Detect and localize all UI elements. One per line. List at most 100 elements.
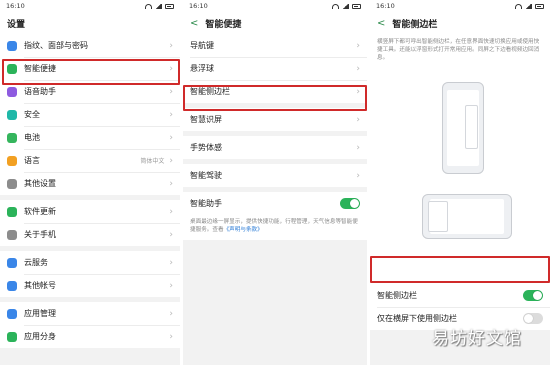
smart-convenience-row-label: 智能侧边栏 [190,87,230,96]
note-text: 桌面最边缘一屏显示，提供快捷功能，行程管理，天气信息等智能便捷服务。查看 [190,219,358,234]
status-bar: 16:10 [370,0,550,12]
sidebar-toggle-row[interactable]: 智能侧边栏 [370,284,550,307]
signal-icon [525,3,532,9]
sidebar-illustration [370,76,550,284]
settings-row[interactable]: 软件更新 › [0,200,180,223]
settings-row-label: 云服务 [24,258,48,267]
chevron-right-icon: › [356,40,360,51]
sidebar-toggle-switch[interactable] [523,313,543,324]
voice-assistant-icon [7,86,17,97]
chevron-right-icon: › [169,206,173,217]
settings-group: 应用管理 › 应用分身 › [0,302,180,348]
chevron-right-icon: › [169,155,173,166]
settings-row-label: 其他帐号 [24,281,56,290]
account-icon [7,280,17,291]
chevron-right-icon: › [356,170,360,181]
smart-convenience-group: 智能驾驶 › [183,164,367,187]
settings-row-value: 简体中文 [140,158,165,165]
page-title-bar: < 智能便捷 [183,12,367,34]
settings-row-label: 电池 [24,133,40,142]
battery-status-icon [352,3,361,9]
sidebar-toggle-switch[interactable] [523,290,543,301]
chevron-right-icon: › [356,142,360,153]
terms-link[interactable]: 《声明与条款》 [224,227,263,233]
settings-row[interactable]: 语言 简体中文 › [0,149,180,172]
info-icon [7,229,17,240]
smart-convenience-icon [7,63,17,74]
wifi-icon [332,3,339,9]
back-arrow-icon[interactable]: < [377,18,385,29]
smart-assistant-label: 智能助手 [190,199,222,208]
settings-row-label: 语音助手 [24,87,56,96]
smart-convenience-row-label: 悬浮球 [190,64,214,73]
smart-convenience-row[interactable]: 手势体感 › [183,136,367,159]
settings-row[interactable]: 语音助手 › [0,80,180,103]
chevron-right-icon: › [356,86,360,97]
settings-row-label: 语言 [24,156,40,165]
smart-convenience-row-label: 智慧识屏 [190,115,222,124]
settings-row-label: 应用管理 [24,309,56,318]
sidebar-description: 横竖屏下都可呼出智能侧边栏，在任意界面快速切换应用或使用快捷工具。还能以浮窗形式… [370,34,550,76]
smart-convenience-row[interactable]: 智能驾驶 › [183,164,367,187]
smart-convenience-row[interactable]: 导航键 › [183,34,367,57]
settings-row-label: 指纹、面部与密码 [24,41,88,50]
smart-convenience-group: 导航键 › 悬浮球 › 智能侧边栏 › [183,34,367,103]
wifi-icon [145,3,152,9]
settings-row-label: 关于手机 [24,230,56,239]
cloud-icon [7,257,17,268]
fingerprint-icon [7,40,17,51]
smart-convenience-row[interactable]: 智慧识屏 › [183,108,367,131]
settings-group: 软件更新 › 关于手机 › [0,200,180,246]
chevron-right-icon: › [169,229,173,240]
wifi-icon [515,3,522,9]
battery-icon [7,132,17,143]
status-time: 16:10 [189,2,208,10]
update-icon [7,206,17,217]
sidebar-toggle-label: 仅在横屏下使用侧边栏 [377,314,457,323]
signal-icon [155,3,162,9]
smart-convenience-group: 手势体感 › [183,136,367,159]
battery-status-icon [535,3,544,9]
settings-row[interactable]: 安全 › [0,103,180,126]
portrait-phone-illustration [442,82,484,174]
settings-row[interactable]: 云服务 › [0,251,180,274]
smart-convenience-row[interactable]: 悬浮球 › [183,57,367,80]
language-icon [7,155,17,166]
smart-sidebar-screen: 16:10 < 智能侧边栏 横竖屏下都可呼出智能侧边栏，在任意界面快速切换应用或… [370,0,550,365]
settings-row-label: 软件更新 [24,207,56,216]
smart-assistant-note: 桌面最边缘一屏显示，提供快捷功能，行程管理，天气信息等智能便捷服务。查看《声明与… [183,215,367,241]
shield-icon [7,109,17,120]
smart-convenience-row-label: 导航键 [190,41,214,50]
settings-row[interactable]: 其他帐号 › [0,274,180,297]
settings-row[interactable]: 指纹、面部与密码 › [0,34,180,57]
settings-row[interactable]: 关于手机 › [0,223,180,246]
smart-assistant-toggle[interactable] [340,198,360,209]
landscape-phone-illustration [422,194,512,239]
gear-icon [7,178,17,189]
chevron-right-icon: › [169,40,173,51]
settings-row-label: 其他设置 [24,179,56,188]
smart-convenience-screen: 16:10 < 智能便捷 导航键 › 悬浮球 › 智能侧边栏 › 智慧识屏 › 手势体感 › 智能驾… [183,0,367,365]
smart-convenience-group: 智慧识屏 › [183,108,367,131]
back-arrow-icon[interactable]: < [190,18,198,29]
chevron-right-icon: › [169,331,173,342]
settings-screen: 16:10 设置 指纹、面部与密码 › 智能便捷 › 语音助手 › 安全 › 电池 › 语言 简体中文… [0,0,180,365]
status-time: 16:10 [376,2,395,10]
settings-row-label: 安全 [24,110,40,119]
settings-row-label: 智能便捷 [24,64,56,73]
smart-convenience-list: 导航键 › 悬浮球 › 智能侧边栏 › 智慧识屏 › 手势体感 › 智能驾驶 › [183,34,367,187]
settings-row[interactable]: 应用分身 › [0,325,180,348]
smart-convenience-row[interactable]: 智能侧边栏 › [183,80,367,103]
app-clone-icon [7,331,17,342]
settings-row-label: 应用分身 [24,332,56,341]
settings-row[interactable]: 其他设置 › [0,172,180,195]
settings-row[interactable]: 智能便捷 › [0,57,180,80]
chevron-right-icon: › [169,63,173,74]
battery-status-icon [165,3,174,9]
sidebar-panel-illustration [428,201,448,232]
smart-assistant-row[interactable]: 智能助手 [183,192,367,215]
chevron-right-icon: › [169,280,173,291]
chevron-right-icon: › [356,63,360,74]
settings-row[interactable]: 应用管理 › [0,302,180,325]
settings-row[interactable]: 电池 › [0,126,180,149]
